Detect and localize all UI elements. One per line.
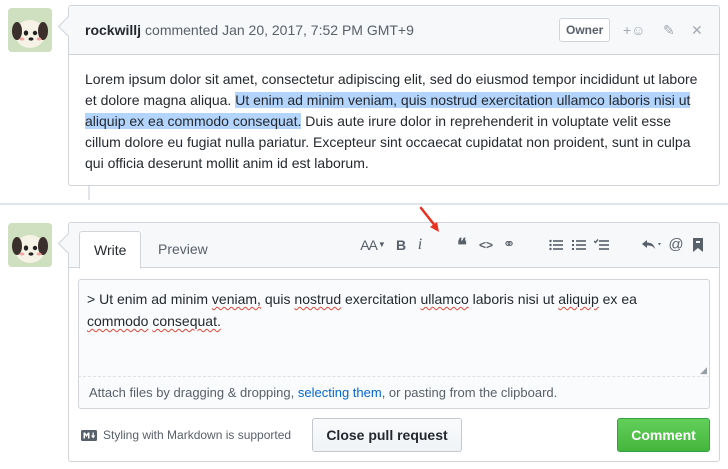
tab-write[interactable]: Write	[79, 231, 142, 269]
comment-body: Lorem ipsum dolor sit amet, consectetur …	[69, 55, 719, 174]
textarea-word: exercitation	[345, 291, 417, 307]
textarea-word: ut	[542, 291, 555, 307]
textarea-word: aliquip	[558, 291, 599, 307]
textarea-word: nisi	[517, 291, 539, 307]
current-user-avatar[interactable]	[8, 223, 52, 267]
quote-glyph: ❝	[457, 235, 467, 255]
file-attach-bar[interactable]: Attach files by dragging & dropping, sel…	[78, 377, 710, 409]
comment-timestamp[interactable]: commented Jan 20, 2017, 7:52 PM GMT+9	[145, 22, 414, 38]
timeline-connector	[88, 186, 90, 200]
annotation-arrow-icon	[419, 206, 439, 232]
textarea-word: quis	[264, 291, 291, 307]
attach-text-before: Attach files by dragging & dropping,	[89, 385, 298, 400]
textarea-word: ad	[151, 291, 167, 307]
quote-icon[interactable]: ❝	[454, 236, 470, 254]
mention-icon[interactable]: @	[668, 236, 684, 254]
comment-textarea[interactable]: > Ut enim ad minim veniam, quis nostrud …	[78, 279, 710, 377]
timeline-separator	[0, 203, 728, 205]
textarea-word: >	[87, 291, 96, 307]
textarea-word: consequat.	[152, 313, 221, 329]
close-pull-request-button[interactable]: Close pull request	[312, 418, 462, 452]
textarea-word: veniam,	[211, 291, 261, 307]
bookmark-icon[interactable]	[692, 236, 704, 254]
attach-text-after: , or pasting from the clipboard.	[381, 385, 558, 400]
new-comment-form: Write Preview AA ▼ B i ❝ <> ⚭ @ > Ut eni…	[68, 222, 720, 462]
code-glyph: <>	[478, 238, 493, 252]
unordered-list-icon[interactable]	[548, 236, 564, 254]
task-list-icon[interactable]	[593, 236, 609, 254]
link-glyph: ⚭	[502, 236, 516, 253]
textarea-word: ullamco	[420, 291, 469, 307]
markdown-note-text: Styling with Markdown is supported	[103, 428, 292, 442]
textarea-word: commodo	[87, 313, 149, 329]
comment-author-link[interactable]: rockwillj	[85, 22, 141, 38]
code-icon[interactable]: <>	[478, 236, 494, 254]
textarea-word: enim	[116, 291, 148, 307]
text-size-icon[interactable]: AA ▼	[359, 236, 387, 254]
edit-glyph: ✎	[663, 22, 675, 38]
owner-badge: Owner	[559, 18, 611, 42]
markdown-help[interactable]: Styling with Markdown is supported	[81, 427, 291, 443]
dog-avatar-icon	[8, 8, 52, 52]
commenter-avatar[interactable]	[8, 8, 52, 52]
comment-header: rockwillj commented Jan 20, 2017, 7:52 P…	[69, 6, 719, 55]
select-files-link[interactable]: selecting them	[298, 385, 382, 400]
reply-icon[interactable]	[640, 236, 664, 254]
delete-glyph: ✕	[691, 22, 703, 38]
resize-handle-icon[interactable]: ◢	[700, 366, 707, 375]
link-icon[interactable]: ⚭	[500, 236, 518, 254]
comment-submit-button[interactable]: Comment	[617, 418, 710, 452]
delete-x-icon[interactable]: ✕	[691, 21, 703, 39]
bold-glyph: B	[395, 237, 407, 253]
textarea-word: Ut	[99, 291, 114, 307]
dog-avatar-icon	[8, 223, 52, 267]
textarea-word: ex	[602, 291, 618, 307]
add-reaction-glyph: +☺	[623, 22, 646, 38]
textarea-word: ea	[621, 291, 637, 307]
text-size-glyph: AA	[360, 237, 378, 253]
textarea-word: nostrud	[294, 291, 342, 307]
bold-icon[interactable]: B	[395, 236, 407, 254]
textarea-word: laboris	[472, 291, 514, 307]
editor-tabnav: Write Preview AA ▼ B i ❝ <> ⚭ @	[69, 223, 719, 269]
add-reaction-icon[interactable]: +☺	[623, 21, 645, 39]
ordered-list-icon[interactable]	[571, 236, 587, 254]
textarea-word: minim	[170, 291, 209, 307]
edit-pencil-icon[interactable]: ✎	[663, 21, 675, 39]
comment-container: rockwillj commented Jan 20, 2017, 7:52 P…	[68, 5, 720, 186]
markdown-icon	[81, 429, 97, 441]
tab-preview[interactable]: Preview	[144, 231, 222, 269]
italic-icon[interactable]: i	[415, 236, 425, 254]
italic-glyph: i	[417, 236, 423, 253]
